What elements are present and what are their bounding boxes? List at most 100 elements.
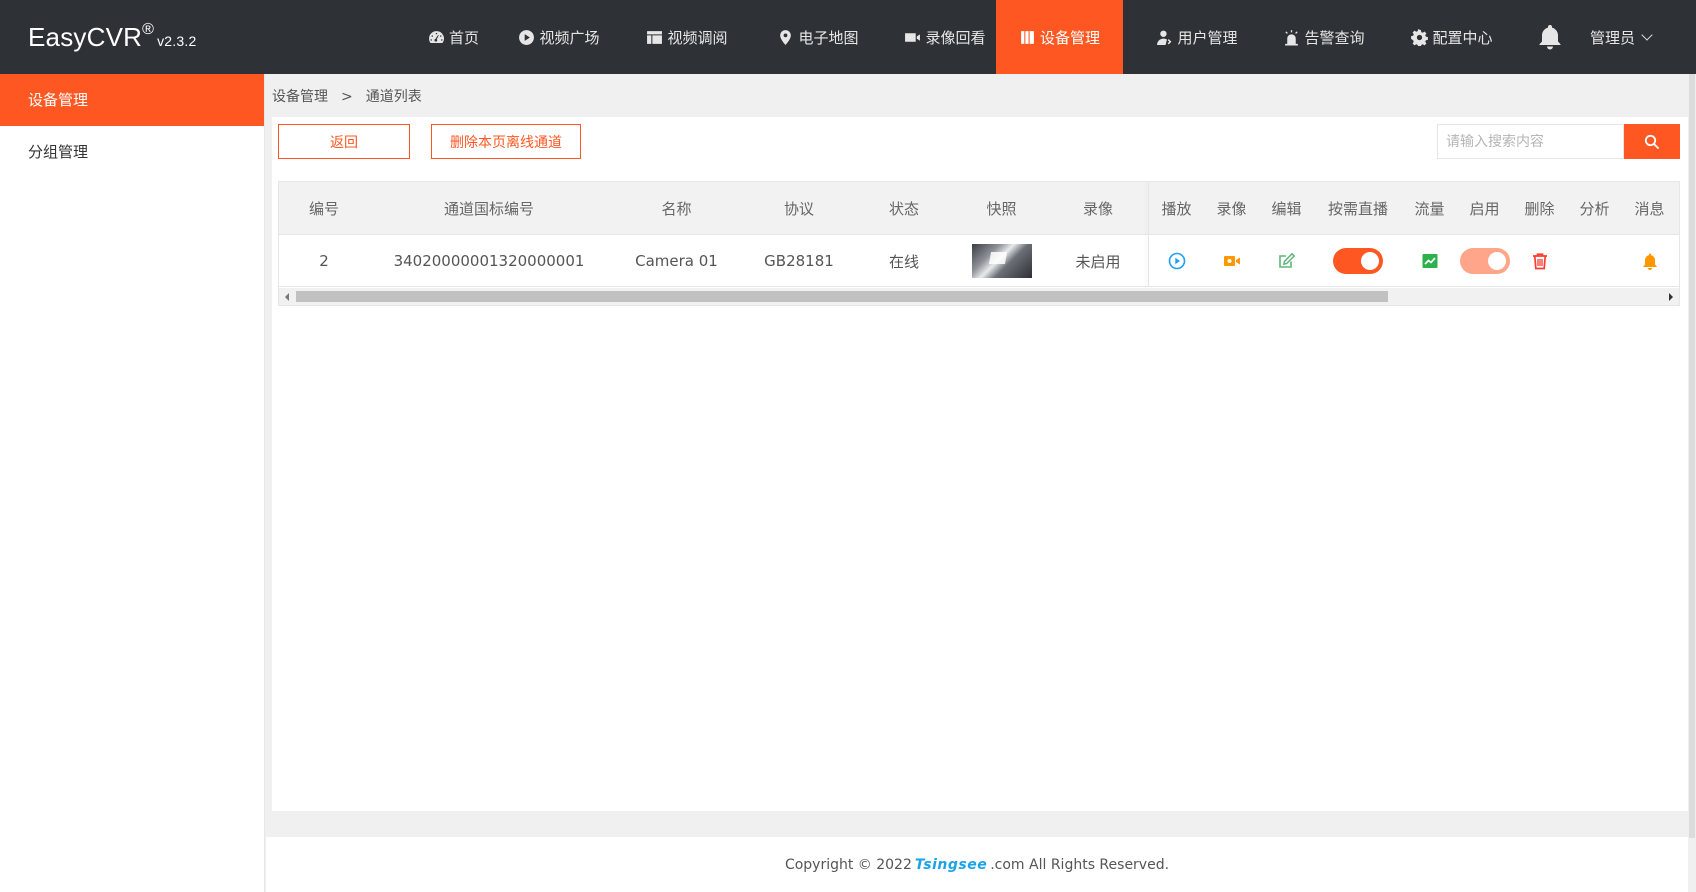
alarm-icon	[1285, 29, 1299, 45]
search-icon	[1644, 134, 1659, 149]
nav-video-square[interactable]: 视频广场	[503, 0, 615, 74]
edit-icon[interactable]	[1278, 252, 1296, 270]
play-icon[interactable]	[1168, 252, 1186, 270]
scroll-left-arrow-icon[interactable]	[285, 293, 289, 301]
nav-label: 配置中心	[1432, 28, 1493, 47]
nav-video-browse[interactable]: 视频调阅	[627, 0, 747, 74]
scrollbar-thumb[interactable]	[296, 291, 1388, 302]
sidebar-item-group-management[interactable]: 分组管理	[0, 126, 264, 178]
nav-label: 告警查询	[1304, 28, 1365, 47]
cell-recording-status: 未启用	[1075, 252, 1121, 271]
nav-user-management[interactable]: 用户管理	[1137, 0, 1257, 74]
table-horizontal-scrollbar[interactable]	[279, 288, 1679, 305]
enable-toggle[interactable]	[1459, 248, 1510, 274]
trash-icon[interactable]	[1531, 252, 1549, 270]
nav-playback[interactable]: 录像回看	[885, 0, 1005, 74]
breadcrumb-parent[interactable]: 设备管理	[272, 89, 328, 105]
traffic-chart-icon[interactable]	[1421, 252, 1439, 270]
cell-id: 2	[319, 252, 329, 270]
sidebar: 设备管理 分组管理	[0, 74, 265, 892]
registered-mark: ®	[142, 21, 155, 39]
cell-gb-code: 34020000001320000001	[393, 252, 585, 270]
col-header-message: 消息	[1634, 200, 1665, 218]
col-header-id: 编号	[308, 200, 339, 218]
footer-brand-logo[interactable]: Tsingsee	[915, 857, 987, 873]
map-pin-icon	[780, 29, 792, 45]
cell-message	[1622, 235, 1677, 287]
user-menu[interactable]: 管理员	[1590, 0, 1653, 74]
device-icon	[1021, 30, 1034, 44]
col-header-enable: 启用	[1469, 200, 1500, 218]
nav-label: 首页	[448, 28, 479, 47]
col-header-play: 播放	[1161, 200, 1192, 218]
col-header-protocol: 协议	[783, 200, 814, 218]
footer-spacer	[266, 811, 1688, 837]
col-header-name: 名称	[661, 200, 692, 218]
nav-label: 用户管理	[1177, 28, 1238, 47]
col-header-on-demand: 按需直播	[1327, 200, 1388, 218]
nav-config-center[interactable]: 配置中心	[1392, 0, 1512, 74]
nav-device-management[interactable]: 设备管理	[996, 0, 1123, 74]
record-icon[interactable]	[1223, 252, 1241, 270]
col-header-delete: 删除	[1524, 200, 1555, 218]
video-camera-icon	[905, 32, 921, 42]
nav-alarm-query[interactable]: 告警查询	[1264, 0, 1384, 74]
col-header-status: 状态	[888, 200, 919, 218]
back-button[interactable]: 返回	[278, 124, 410, 159]
scroll-right-arrow-icon[interactable]	[1669, 293, 1673, 301]
layout-icon	[647, 30, 663, 44]
toggle-knob	[1487, 252, 1506, 270]
channel-table: 编号 通道国标编号 名称 协议 状态 快照 录像 播放 录像 编辑 按需直播 流…	[278, 181, 1680, 306]
app-version: v2.3.2	[157, 33, 197, 49]
cell-delete	[1512, 235, 1567, 287]
bell-icon[interactable]	[1641, 252, 1659, 270]
snapshot-thumbnail[interactable]	[971, 244, 1032, 278]
search-input[interactable]	[1437, 124, 1624, 159]
breadcrumb: 设备管理 > 通道列表	[272, 86, 422, 106]
col-header-recording: 录像	[1082, 200, 1113, 218]
search-button[interactable]	[1624, 124, 1680, 159]
col-header-record: 录像	[1216, 200, 1247, 218]
app-logo[interactable]: EasyCVR®v2.3.2	[28, 21, 197, 53]
nav-label: 设备管理	[1039, 28, 1100, 47]
cell-edit	[1259, 235, 1314, 287]
gear-icon	[1411, 28, 1429, 46]
delete-offline-channels-button[interactable]: 删除本页离线通道	[431, 124, 581, 159]
page-vertical-scrollbar[interactable]	[1688, 74, 1696, 838]
cell-traffic	[1402, 235, 1457, 287]
cell-snapshot	[954, 235, 1049, 287]
col-header-traffic: 流量	[1414, 200, 1445, 218]
nav-e-map[interactable]: 电子地图	[758, 0, 878, 74]
chevron-down-icon	[1641, 29, 1653, 41]
col-header-snapshot: 快照	[986, 200, 1017, 218]
nav-label: 电子地图	[798, 28, 859, 47]
footer-rights: .com All Rights Reserved.	[990, 856, 1170, 873]
sidebar-item-device-management[interactable]: 设备管理	[0, 74, 264, 126]
cell-analysis	[1567, 235, 1622, 287]
breadcrumb-separator: >	[341, 89, 353, 105]
nav-home[interactable]: 首页	[400, 0, 507, 74]
col-header-analysis: 分析	[1579, 200, 1610, 218]
dashboard-icon	[429, 30, 444, 43]
top-navbar: EasyCVR®v2.3.2 首页 视频广场 视频调阅 电子地图 录像回看 设备…	[0, 0, 1696, 74]
col-header-edit: 编辑	[1271, 200, 1302, 218]
play-circle-icon	[519, 29, 535, 45]
footer-copyright: Copyright © 2022	[784, 856, 912, 873]
col-header-gb-code: 通道国标编号	[443, 200, 534, 218]
cell-name: Camera 01	[635, 252, 718, 270]
cell-play	[1149, 235, 1204, 287]
user-name: 管理员	[1590, 28, 1636, 47]
app-name: EasyCVR	[28, 22, 143, 52]
nav-label: 视频广场	[539, 28, 600, 47]
cell-protocol: GB28181	[764, 252, 834, 270]
nav-label: 录像回看	[925, 28, 986, 47]
page-scrollbar-thumb[interactable]	[1689, 74, 1695, 838]
status-badge: 在线	[888, 252, 919, 271]
cell-on-demand	[1314, 235, 1402, 287]
cell-record	[1204, 235, 1259, 287]
fixed-column-divider	[1148, 182, 1149, 287]
footer: Copyright © 2022 Tsingsee .com All Right…	[266, 837, 1688, 892]
on-demand-toggle[interactable]	[1333, 248, 1383, 274]
user-icon	[1157, 30, 1172, 45]
bell-icon[interactable]	[1538, 24, 1562, 50]
